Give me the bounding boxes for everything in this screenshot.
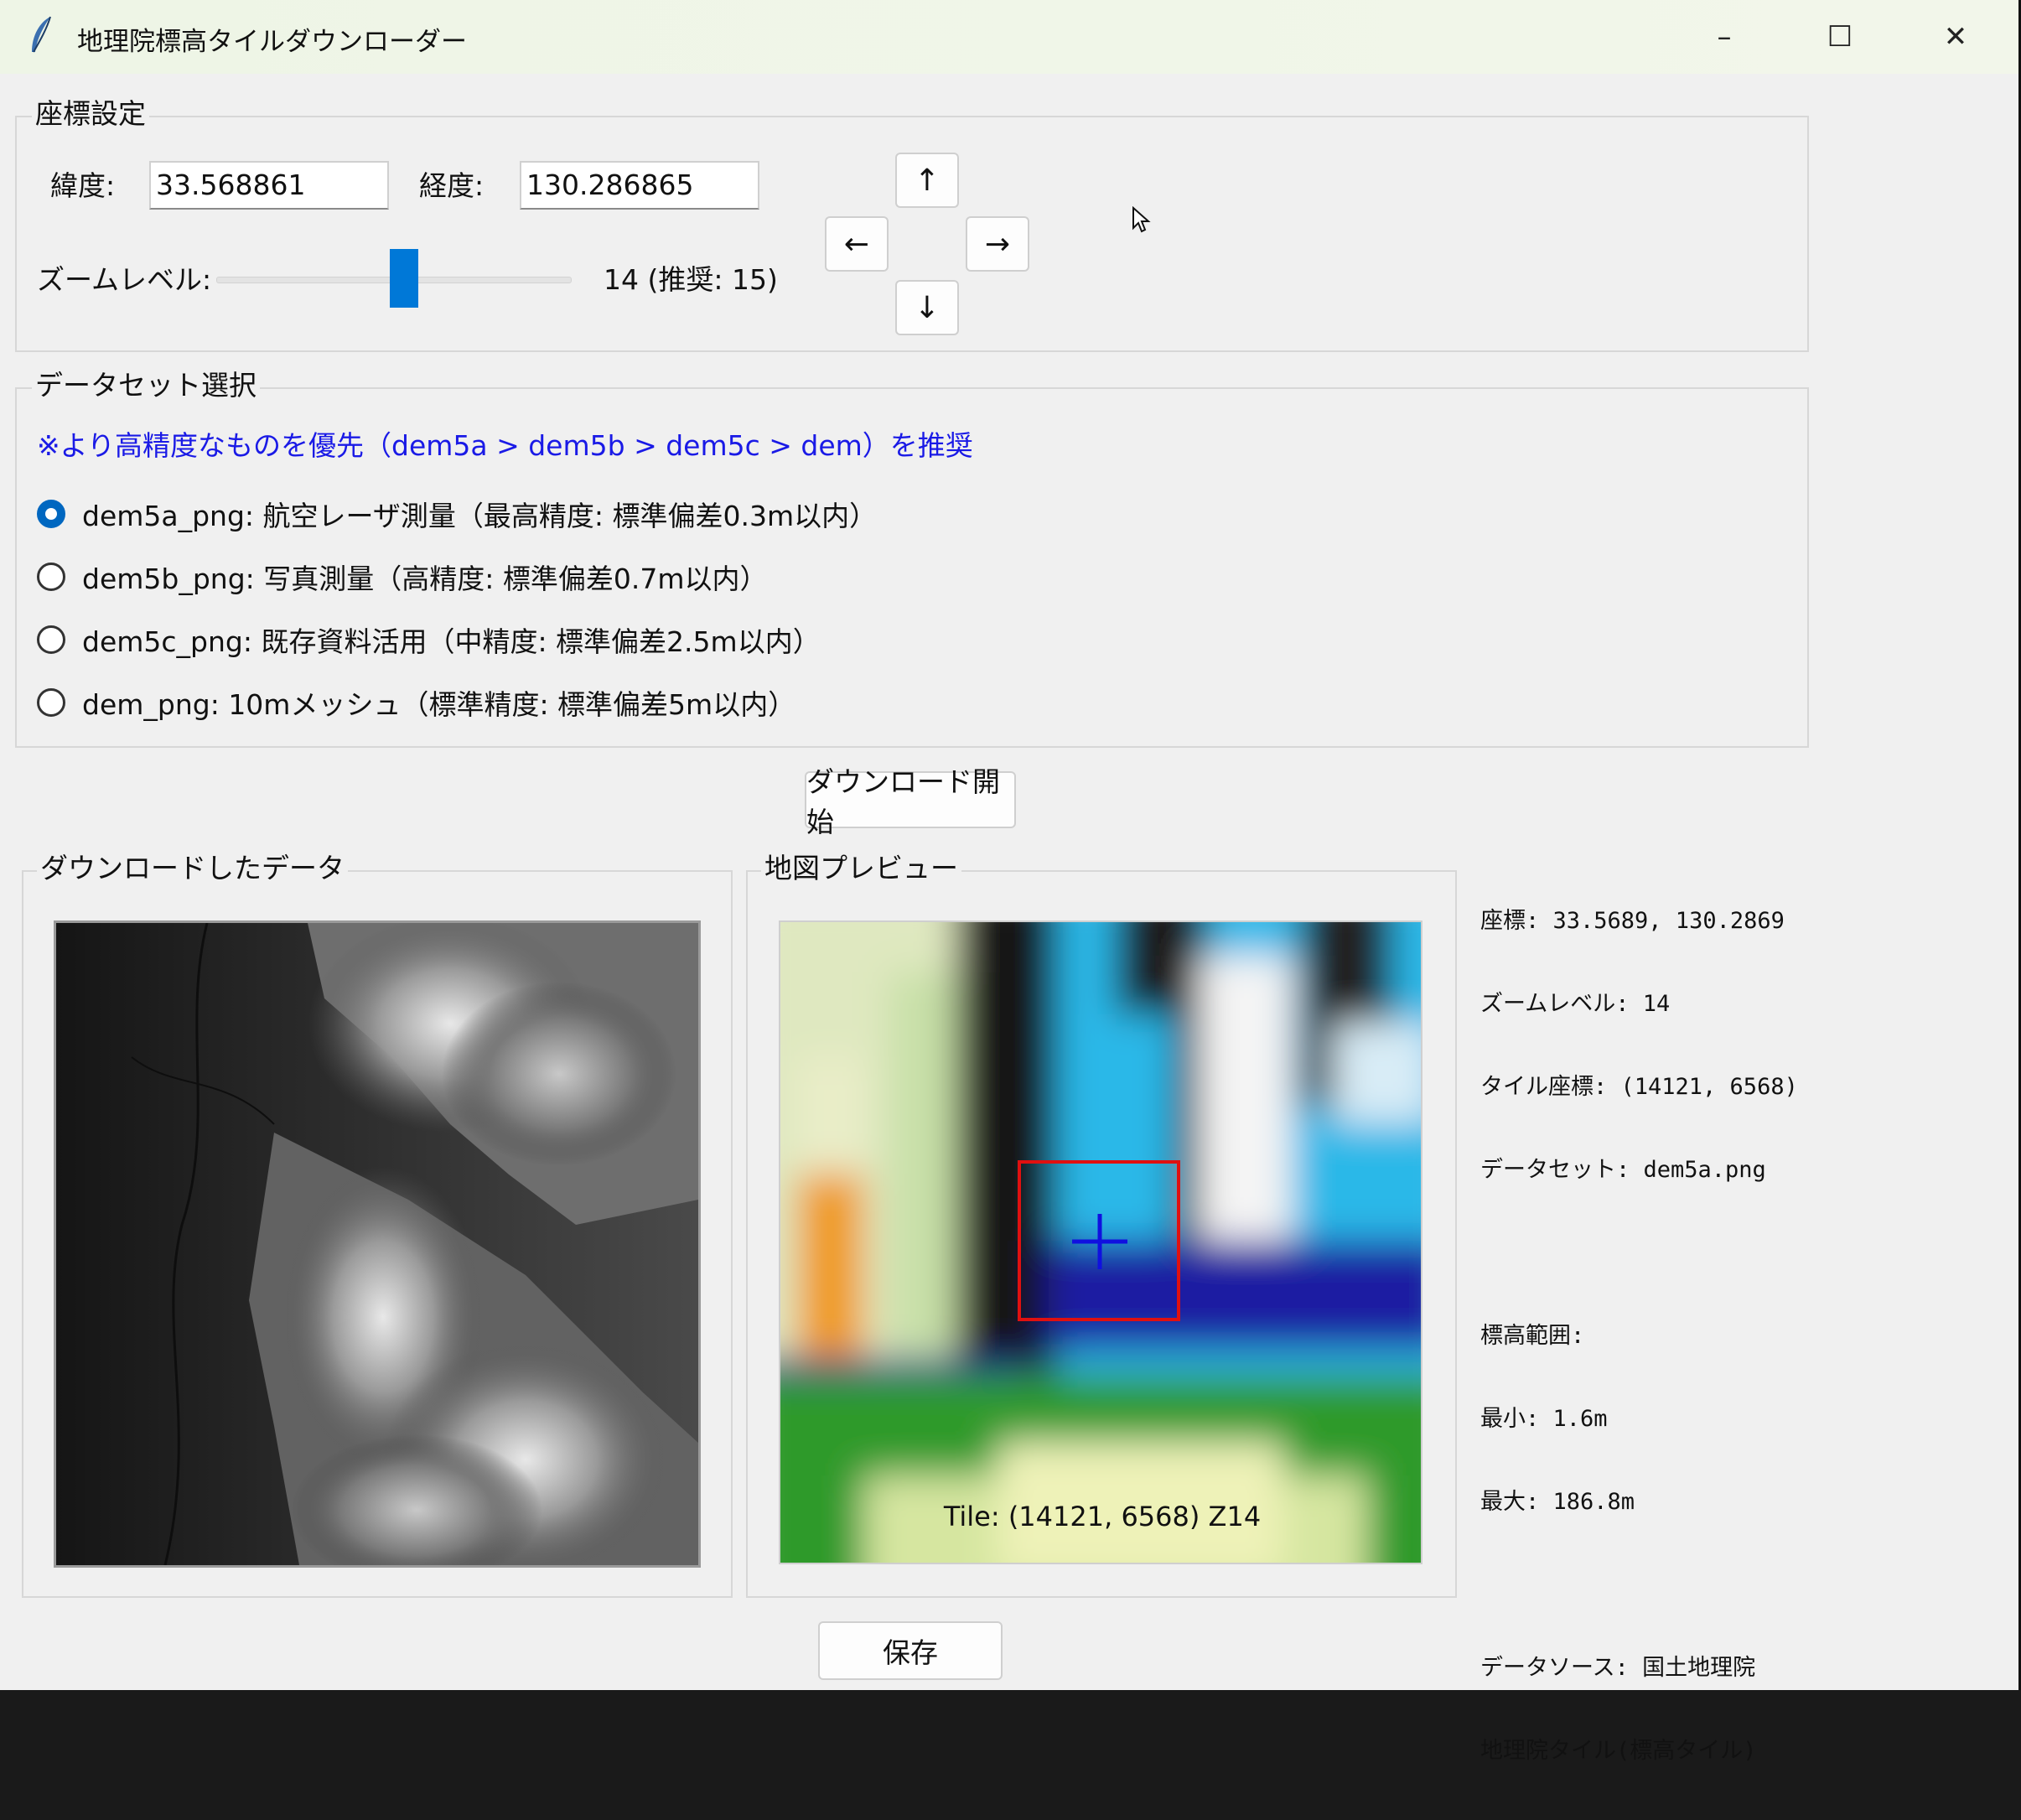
close-button[interactable]: ✕ — [1898, 0, 2013, 74]
info-line-elevation-range: 標高範囲: — [1480, 1323, 1585, 1349]
info-line-max: 最大: 186.8m — [1480, 1489, 1635, 1515]
zoom-label: ズームレベル: — [37, 263, 212, 296]
move-up-button[interactable]: ↑ — [895, 153, 959, 208]
move-down-button[interactable]: ↓ — [895, 280, 959, 335]
zoom-value: 14 (推奨: 15) — [604, 263, 778, 296]
info-line-blank — [1480, 1571, 1798, 1599]
radio-dem[interactable]: dem_png: 10mメッシュ（標準精度: 標準偏差5m以内） — [37, 680, 795, 725]
maximize-button[interactable]: ☐ — [1782, 0, 1898, 74]
radio-label: dem5b_png: 写真測量（高精度: 標準偏差0.7m以内） — [82, 563, 768, 595]
info-line-min: 最小: 1.6m — [1480, 1406, 1608, 1432]
longitude-label: 経度: — [419, 169, 485, 202]
save-button[interactable]: 保存 — [818, 1621, 1003, 1680]
dataset-group-label: データセット選択 — [32, 369, 260, 402]
arrow-right-icon: → — [984, 226, 1011, 262]
window-title: 地理院標高タイルダウンローダー — [77, 27, 467, 57]
map-preview-label: 地図プレビュー — [761, 852, 961, 885]
info-line-source: データソース: 国土地理院 — [1480, 1655, 1756, 1681]
dataset-note: ※より高精度なものを優先（dem5a > dem5b > dem5c > dem… — [37, 429, 973, 462]
info-panel: 座標: 33.5689, 130.2869 ズームレベル: 14 タイル座標: … — [1480, 852, 1798, 1820]
feather-icon — [32, 16, 51, 53]
radio-button[interactable] — [37, 563, 65, 591]
info-line-source-detail: 地理院タイル(標高タイル) — [1480, 1738, 1757, 1764]
coords-group-label: 座標設定 — [32, 97, 149, 131]
downloaded-data-label: ダウンロードしたデータ — [37, 852, 348, 885]
move-left-button[interactable]: ← — [825, 216, 889, 272]
map-preview-image: Tile: (14121, 6568) Z14 — [779, 920, 1422, 1564]
zoom-slider-thumb[interactable] — [390, 249, 418, 308]
radio-dem5c[interactable]: dem5c_png: 既存資料活用（中精度: 標準偏差2.5m以内） — [37, 617, 821, 662]
move-right-button[interactable]: → — [966, 216, 1029, 272]
title-bar[interactable]: 地理院標高タイルダウンローダー – ☐ ✕ — [0, 0, 2018, 74]
radio-label: dem5a_png: 航空レーザ測量（最高精度: 標準偏差0.3m以内） — [82, 500, 878, 532]
tile-caption: Tile: (14121, 6568) Z14 — [943, 1501, 1262, 1532]
maximize-icon: ☐ — [1827, 20, 1853, 54]
radio-button[interactable] — [37, 688, 65, 717]
longitude-input[interactable]: 130.286865 — [520, 161, 759, 210]
elevation-image — [54, 920, 701, 1568]
radio-button[interactable] — [37, 625, 65, 654]
info-line-dataset: データセット: dem5a.png — [1480, 1157, 1766, 1183]
info-line-tile: タイル座標: (14121, 6568) — [1480, 1074, 1798, 1100]
mouse-cursor-icon — [1132, 206, 1151, 233]
info-line-coords: 座標: 33.5689, 130.2869 — [1480, 908, 1785, 934]
radio-label: dem5c_png: 既存資料活用（中精度: 標準偏差2.5m以内） — [82, 625, 821, 658]
minimize-button[interactable]: – — [1666, 0, 1782, 74]
arrow-left-icon: ← — [843, 226, 870, 262]
arrow-down-icon: ↓ — [914, 290, 941, 325]
radio-label: dem_png: 10mメッシュ（標準精度: 標準偏差5m以内） — [82, 688, 796, 721]
info-line-zoom: ズームレベル: 14 — [1480, 991, 1671, 1017]
radio-dem5a[interactable]: dem5a_png: 航空レーザ測量（最高精度: 標準偏差0.3m以内） — [37, 491, 877, 537]
latitude-input[interactable]: 33.568861 — [149, 161, 389, 210]
minimize-icon: – — [1717, 20, 1732, 54]
crosshair-icon — [1072, 1214, 1127, 1269]
app-window: 地理院標高タイルダウンローダー – ☐ ✕ 座標設定 緯度: 33.568861… — [0, 0, 2019, 1764]
radio-dem5b[interactable]: dem5b_png: 写真測量（高精度: 標準偏差0.7m以内） — [37, 554, 768, 599]
latitude-label: 緯度: — [50, 169, 116, 202]
download-start-button[interactable]: ダウンロード開始 — [805, 765, 1016, 838]
radio-button[interactable] — [37, 500, 65, 528]
arrow-up-icon: ↑ — [914, 163, 941, 198]
close-icon: ✕ — [1943, 20, 1968, 54]
info-line-blank — [1480, 1239, 1798, 1267]
